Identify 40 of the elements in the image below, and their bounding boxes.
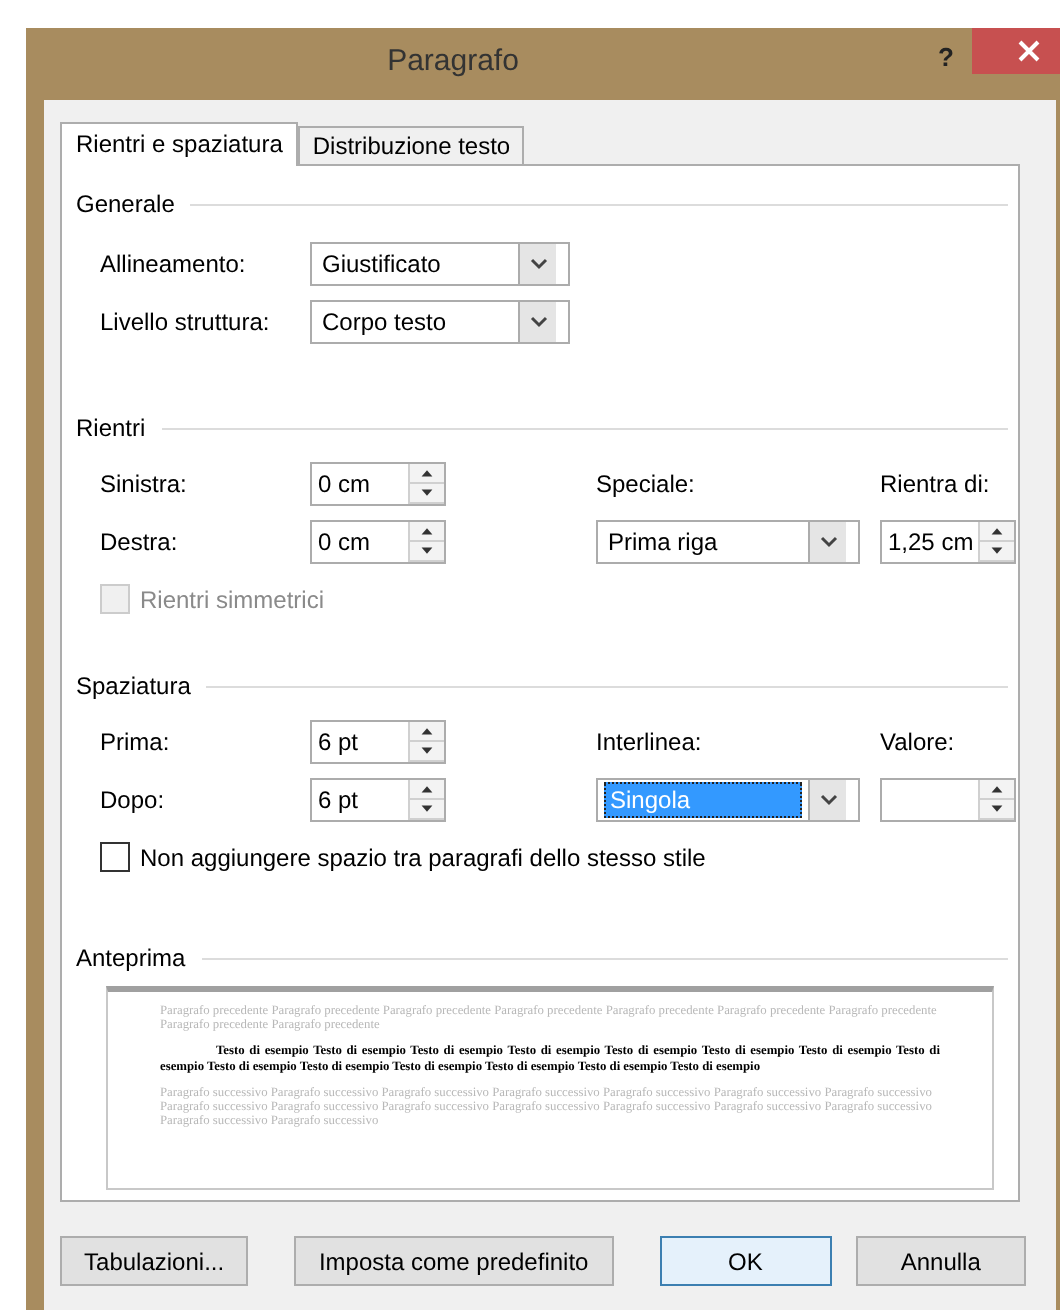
spinner-field[interactable] <box>880 777 1016 821</box>
section-heading: Rientri <box>76 414 146 442</box>
dropdown[interactable]: Corpo testo <box>310 299 570 343</box>
field-label: Rientra di: <box>880 469 990 497</box>
tab[interactable]: Distribuzione testo <box>298 126 525 164</box>
caret-icon <box>819 793 837 805</box>
spinner-field[interactable]: 6 pt <box>310 777 446 821</box>
field-label: Destra: <box>100 527 178 555</box>
dropdown[interactable]: Giustificato <box>310 241 570 285</box>
field-label: Livello struttura: <box>100 307 270 335</box>
spinner-field[interactable]: 0 cm <box>310 519 446 563</box>
section-heading: Spaziatura <box>76 672 191 700</box>
field-label: Valore: <box>880 727 955 755</box>
field-label: Sinistra: <box>100 469 187 497</box>
dialog-button[interactable]: Imposta come predefinito <box>294 1236 614 1286</box>
dialog-button[interactable]: Tabulazioni... <box>60 1236 249 1286</box>
dialog-button[interactable]: Annulla <box>855 1236 1026 1286</box>
spinner-field[interactable]: 6 pt <box>310 719 446 763</box>
checkbox[interactable] <box>100 842 130 872</box>
close-button[interactable] <box>972 28 1060 74</box>
section-heading: Anteprima <box>76 944 186 972</box>
caret-icon <box>529 315 547 327</box>
section-heading: Generale <box>76 190 175 218</box>
window-title: Paragrafo <box>385 42 521 82</box>
caret-icon <box>529 257 547 269</box>
help-button[interactable]: ? <box>920 28 972 88</box>
close-icon <box>1018 40 1040 62</box>
spinner-field[interactable]: 1,25 cm <box>880 519 1016 563</box>
checkbox-label: Rientri simmetrici <box>140 585 325 613</box>
caret-icon <box>819 535 837 547</box>
field-label: Prima: <box>100 727 170 755</box>
checkbox-label: Non aggiungere spazio tra paragrafi dello stesso stile <box>140 843 706 871</box>
tab[interactable]: Rientri e spaziatura <box>60 122 299 166</box>
field-label: Speciale: <box>596 469 695 497</box>
field-label: Interlinea: <box>596 727 702 755</box>
field-label: Allineamento: <box>100 249 246 277</box>
spinner-field[interactable]: 0 cm <box>310 461 446 505</box>
dialog-button[interactable]: OK <box>659 1236 832 1286</box>
dropdown[interactable]: Prima riga <box>596 519 860 563</box>
field-label: Dopo: <box>100 785 165 813</box>
